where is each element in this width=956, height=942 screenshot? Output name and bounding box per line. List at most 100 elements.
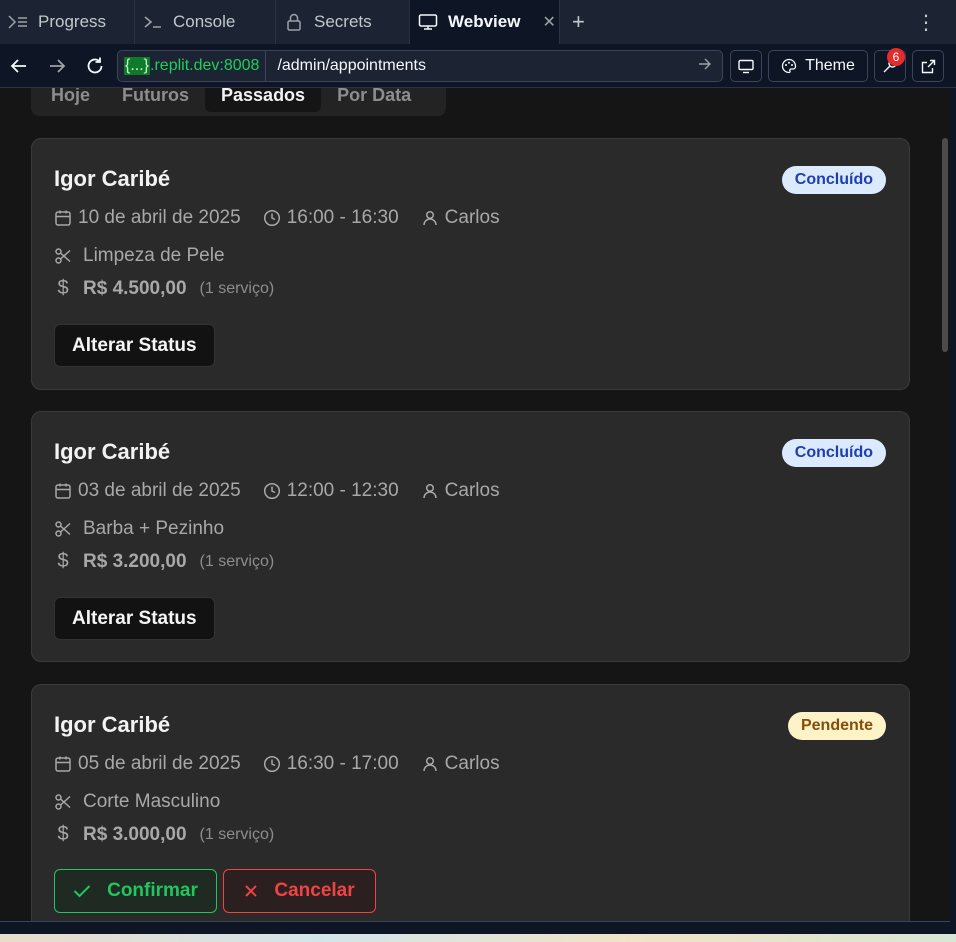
arrow-left-icon <box>10 58 26 73</box>
tab-label: Secrets <box>314 12 372 31</box>
client-name: Igor Caribé <box>54 166 171 191</box>
theme-button[interactable]: Theme <box>768 50 868 82</box>
device-button[interactable] <box>730 50 762 82</box>
url-host-rest: .replit.dev:8008 <box>150 57 260 74</box>
service-count: (1 serviço) <box>199 825 275 843</box>
client-name: Igor Caribé <box>54 439 171 464</box>
service-row: Barba + Pezinho <box>54 518 224 540</box>
appointment-date: 05 de abril de 2025 <box>78 753 241 774</box>
forward-button[interactable] <box>38 48 76 84</box>
open-external-button[interactable] <box>912 50 944 82</box>
clock-icon <box>263 482 280 500</box>
service-count: (1 serviço) <box>199 552 275 570</box>
tab-label: Console <box>173 12 236 31</box>
url-host: {...} .replit.dev:8008 <box>118 51 267 81</box>
price-row: $ R$ 3.200,00 (1 serviço) <box>54 550 274 573</box>
filter-por-data[interactable]: Por Data <box>321 88 427 112</box>
filter-hoje[interactable]: Hoje <box>35 88 106 112</box>
reload-icon <box>87 57 103 73</box>
tab-label: Webview <box>448 12 521 31</box>
change-status-button[interactable]: Alterar Status <box>54 324 215 367</box>
appointment-meta: 03 de abril de 2025 12:00 - 12:30 Carlos <box>54 480 500 502</box>
service-name: Corte Masculino <box>83 791 221 812</box>
more-options-icon[interactable]: ⋮ <box>896 0 956 44</box>
check-icon <box>73 885 91 898</box>
appointment-meta: 05 de abril de 2025 16:30 - 17:00 Carlos <box>54 753 500 775</box>
barber-name: Carlos <box>444 207 500 228</box>
service-row: Limpeza de Pele <box>54 245 225 267</box>
price-row: $ R$ 3.000,00 (1 serviço) <box>54 823 274 846</box>
appointment-time: 16:00 - 16:30 <box>286 207 399 228</box>
terminal-icon <box>143 12 163 32</box>
filter-futuros[interactable]: Futuros <box>106 88 205 112</box>
status-badge: Concluído <box>781 166 886 194</box>
confirm-button[interactable]: Confirmar <box>54 869 217 913</box>
scrollbar-thumb[interactable] <box>942 138 948 352</box>
cancel-label: Cancelar <box>274 880 355 901</box>
close-icon[interactable]: ✕ <box>542 12 555 32</box>
user-icon <box>422 483 437 499</box>
price-value: R$ 3.000,00 <box>83 823 187 845</box>
plus-icon: + <box>572 9 585 34</box>
back-button[interactable] <box>0 48 38 84</box>
service-name: Limpeza de Pele <box>83 245 225 266</box>
desktop-background-strip <box>0 934 956 942</box>
webview-content: Hoje Futuros Passados Por Data Igor Cari… <box>0 88 950 922</box>
arrow-right-icon <box>50 58 66 73</box>
service-count: (1 serviço) <box>199 279 275 297</box>
workspace-tabbar: Progress Console Secrets Webview ✕ + ⋮ <box>0 0 956 44</box>
cancel-button[interactable]: Cancelar <box>223 869 376 913</box>
appointment-date: 03 de abril de 2025 <box>78 480 241 501</box>
reload-button[interactable] <box>76 48 114 84</box>
monitor-icon <box>738 59 754 73</box>
calendar-icon <box>55 756 71 772</box>
clock-icon <box>263 755 280 773</box>
status-badge: Pendente <box>787 712 886 740</box>
tab-console[interactable]: Console <box>135 0 276 44</box>
clock-icon <box>263 209 280 227</box>
appointment-card: Igor Caribé Pendente 05 de abril de 2025… <box>31 684 910 922</box>
scissors-icon <box>55 794 71 810</box>
date-filter-tabs: Hoje Futuros Passados Por Data <box>31 88 446 116</box>
palette-icon <box>781 58 797 74</box>
client-name: Igor Caribé <box>54 712 171 737</box>
url-host-highlight: {...} <box>124 57 151 75</box>
url-field[interactable]: {...} .replit.dev:8008 /admin/appointment… <box>117 50 723 82</box>
tab-progress[interactable]: Progress <box>0 0 135 44</box>
lock-icon <box>284 12 304 32</box>
x-icon <box>245 885 258 897</box>
filter-passados[interactable]: Passados <box>205 88 322 112</box>
tab-webview[interactable]: Webview ✕ <box>410 0 560 44</box>
tab-secrets[interactable]: Secrets <box>276 0 410 44</box>
price-row: $ R$ 4.500,00 (1 serviço) <box>54 277 274 300</box>
status-badge: Concluído <box>781 439 886 467</box>
confirm-label: Confirmar <box>107 880 198 901</box>
notification-badge: 6 <box>887 48 905 66</box>
appointment-date: 10 de abril de 2025 <box>78 207 241 228</box>
calendar-icon <box>55 483 71 499</box>
theme-label: Theme <box>805 57 855 74</box>
appointment-card: Igor Caribé Concluído 10 de abril de 202… <box>31 138 910 390</box>
external-link-icon <box>921 59 935 73</box>
scissors-icon <box>55 521 71 537</box>
change-status-button[interactable]: Alterar Status <box>54 597 215 640</box>
url-path: /admin/appointments <box>277 57 426 74</box>
scissors-icon <box>55 248 71 264</box>
price-value: R$ 4.500,00 <box>83 277 187 299</box>
progress-icon <box>8 12 28 32</box>
appointment-time: 12:00 - 12:30 <box>286 480 399 501</box>
appointment-time: 16:30 - 17:00 <box>286 753 399 774</box>
barber-name: Carlos <box>444 753 500 774</box>
add-tab-button[interactable]: + <box>560 0 597 44</box>
appointment-meta: 10 de abril de 2025 16:00 - 16:30 Carlos <box>54 207 500 229</box>
go-arrow-icon[interactable] <box>698 57 712 75</box>
barber-name: Carlos <box>444 480 500 501</box>
dollar-icon: $ <box>57 277 69 299</box>
user-icon <box>422 210 437 226</box>
calendar-icon <box>55 210 71 226</box>
monitor-icon <box>418 12 438 32</box>
service-name: Barba + Pezinho <box>83 518 225 539</box>
tab-label: Progress <box>38 12 107 31</box>
appointment-card: Igor Caribé Concluído 03 de abril de 202… <box>31 411 910 662</box>
user-icon <box>422 756 437 772</box>
